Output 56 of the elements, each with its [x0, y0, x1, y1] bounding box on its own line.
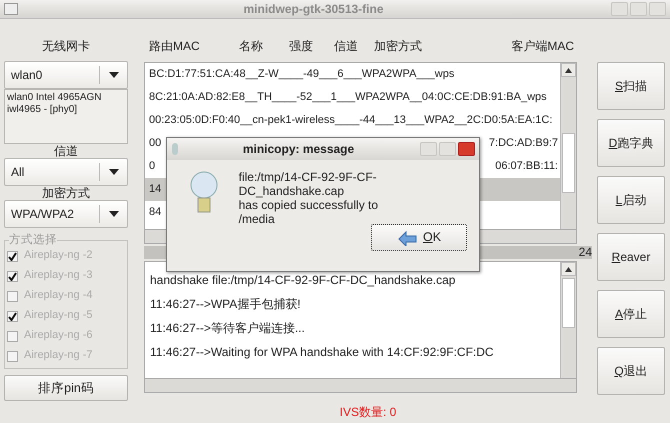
- progress-reading: 24: [578, 245, 592, 259]
- vertical-scrollbar[interactable]: [560, 63, 576, 229]
- field-label: 无线网卡: [41, 39, 91, 53]
- action-button[interactable]: A停止: [597, 290, 665, 338]
- checkbox-label: Aireplay-ng -4: [24, 289, 92, 303]
- ivs-count: IVS数量: 0: [340, 405, 396, 419]
- network-row[interactable]: BC:D1:77:51:CA:48__Z-W____-49___6___WPA2WPA___wps: [145, 63, 560, 86]
- channel-dropdown[interactable]: All: [4, 158, 128, 186]
- checkbox-label: Aireplay-ng -6: [24, 329, 92, 343]
- row-text: 0: [149, 159, 156, 174]
- column-header: 信道: [334, 39, 359, 54]
- log-line: handshake file:/tmp/14-CF-92-9F-CF-DC_handshake.cap: [150, 272, 456, 289]
- row-text-end: 7:DC:AD:B9:7: [488, 136, 558, 151]
- field-label: 加密方式: [41, 186, 91, 200]
- action-button[interactable]: Reaver: [597, 233, 665, 281]
- dropdown-arrow-icon: [108, 211, 118, 217]
- info-text: wlan0 Intel 4965AGN: [7, 92, 103, 104]
- log-line: 11:46:27-->WPA握手包捕获!: [150, 296, 302, 313]
- dropdown-arrow-icon: [108, 169, 118, 175]
- sort-pin-button[interactable]: 排序pin码: [4, 375, 128, 401]
- window-title: minidwep-gtk-30513-fine: [242, 2, 385, 16]
- dialog-message: /media: [238, 212, 276, 226]
- group-title: 方式选择: [9, 234, 57, 246]
- action-button[interactable]: Q退出: [597, 347, 665, 395]
- checkbox-label: Aireplay-ng -3: [24, 269, 92, 283]
- scroll-up-icon[interactable]: [561, 63, 576, 77]
- column-header: 客户端MAC: [510, 39, 574, 54]
- column-header: 加密方式: [374, 39, 423, 54]
- row-text-end: 06:07:BB:11:: [495, 159, 558, 174]
- log-line: 11:46:27-->等待客户端连接...: [150, 320, 306, 337]
- return-arrow-icon: [396, 230, 419, 246]
- scroll-up-icon[interactable]: [561, 262, 576, 276]
- horizontal-scrollbar[interactable]: [144, 379, 577, 393]
- encryption-dropdown[interactable]: WPA/WPA2: [4, 200, 128, 228]
- column-header: 名称: [239, 39, 264, 54]
- checkbox-label: Aireplay-ng -2: [24, 249, 92, 263]
- dialog-message: has copied successfully to: [238, 198, 380, 212]
- column-header: 路由MAC: [148, 39, 201, 54]
- row-text: 00: [149, 136, 162, 151]
- network-row[interactable]: 8C:21:0A:AD:82:E8__TH____-52___1___WPA2WPA__04:0C:CE:DB:91:BA_wps: [145, 86, 560, 109]
- action-button[interactable]: D跑字典: [597, 119, 665, 167]
- action-button[interactable]: S扫描: [597, 62, 665, 110]
- action-button[interactable]: L启动: [597, 176, 665, 224]
- log-line: 11:46:27-->Waiting for WPA handshake with 14:CF:92:9F:CF:DC: [150, 344, 495, 361]
- ok-button[interactable]: OK: [371, 224, 467, 251]
- info-text: iwl4965 - [phy0]: [7, 104, 78, 116]
- field-label: 信道: [53, 144, 79, 158]
- network-row[interactable]: 00:23:05:0D:F0:40__cn-pek1-wireless____-44___13___WPA2__2C:D0:5A:EA:1C:: [145, 109, 560, 132]
- column-header: 强度: [289, 39, 314, 54]
- window-icon: [4, 3, 18, 15]
- dialog-title: minicopy: message: [242, 142, 356, 156]
- checkbox-label: Aireplay-ng -7: [24, 349, 92, 363]
- checkbox-label: Aireplay-ng -5: [24, 309, 92, 323]
- card-dropdown[interactable]: wlan0: [4, 61, 128, 89]
- dropdown-arrow-icon: [108, 72, 118, 78]
- vertical-scrollbar[interactable]: [560, 262, 576, 378]
